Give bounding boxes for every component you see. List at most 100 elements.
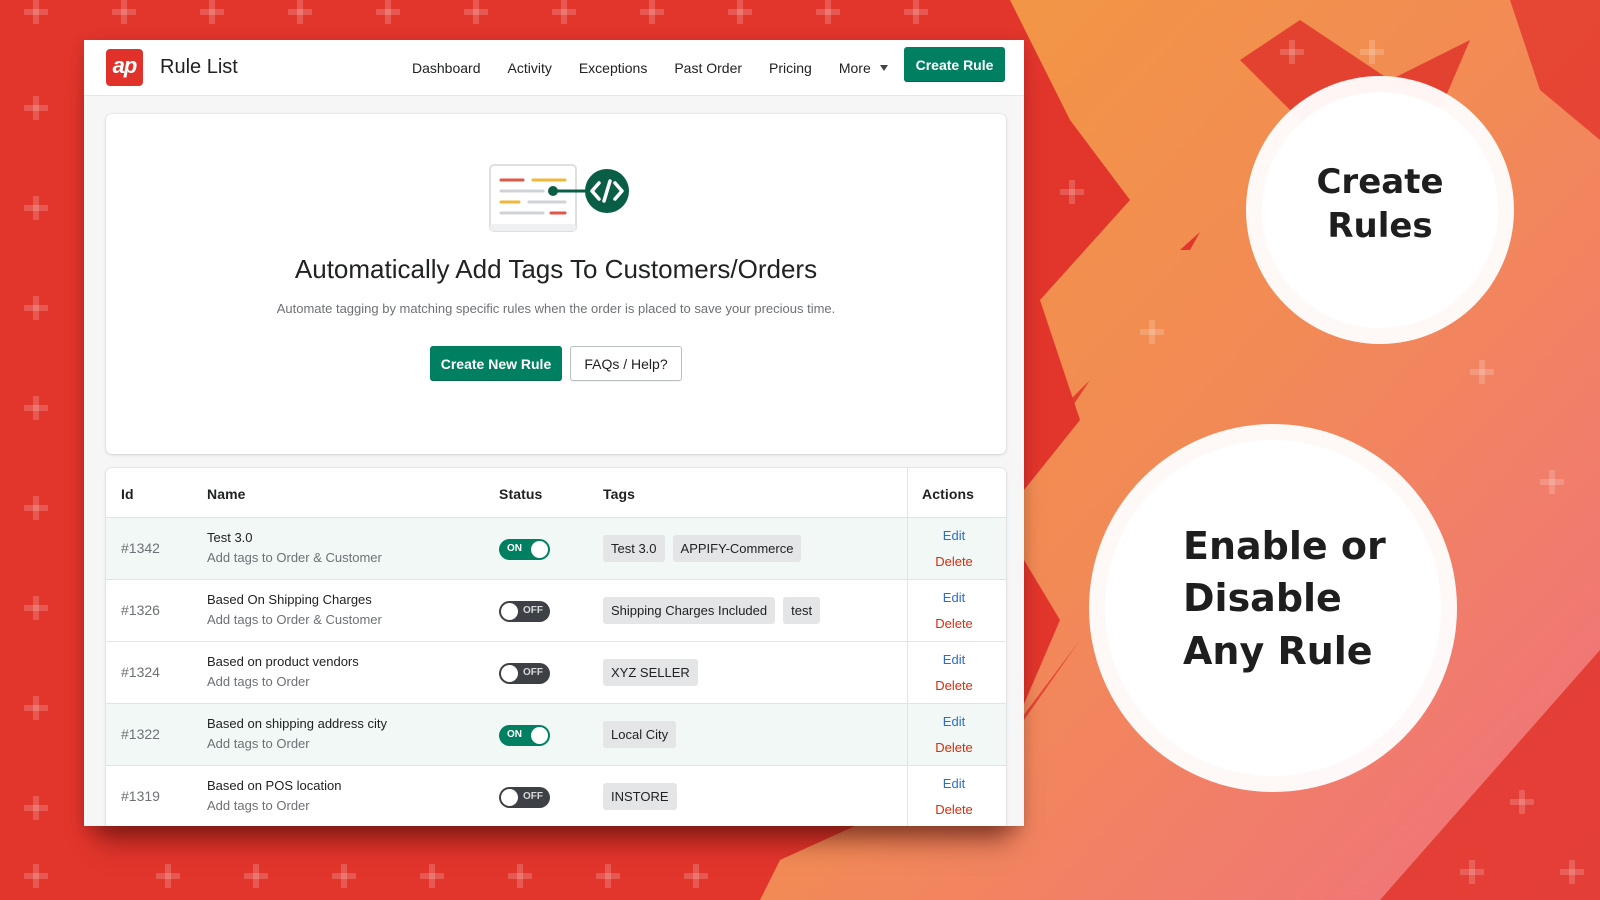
toggle-knob	[531, 541, 548, 558]
plus-decoration	[816, 0, 840, 24]
nav-more-dropdown[interactable]: More	[839, 60, 888, 76]
status-toggle[interactable]: ON	[499, 539, 550, 560]
plus-decoration	[1360, 40, 1384, 64]
create-rule-button[interactable]: Create Rule	[904, 47, 1005, 82]
plus-decoration	[1060, 180, 1084, 204]
nav-exceptions[interactable]: Exceptions	[579, 60, 647, 76]
status-toggle[interactable]: OFF	[499, 663, 550, 684]
table-row: #1326 Based On Shipping Charges Add tags…	[106, 580, 1006, 642]
page-title: Rule List	[160, 56, 238, 78]
empty-state-card: Automatically Add Tags To Customers/Orde…	[106, 114, 1006, 454]
rule-id: #1319	[121, 788, 160, 804]
tag-badge: test	[783, 597, 821, 624]
app-logo: ap	[106, 49, 143, 86]
tag-badge: APPIFY-Commerce	[672, 535, 802, 562]
edit-rule-link[interactable]: Edit	[920, 528, 988, 543]
plus-decoration	[728, 0, 752, 24]
delete-rule-link[interactable]: Delete	[920, 802, 988, 817]
rule-name: Test 3.0	[207, 530, 253, 545]
plus-decoration	[24, 196, 48, 220]
toggle-state-label: OFF	[523, 605, 543, 616]
faqs-help-button[interactable]: FAQs / Help?	[570, 346, 682, 381]
tag-badge: Test 3.0	[603, 535, 665, 562]
tag-list: INSTORE	[603, 783, 677, 810]
plus-decoration	[420, 864, 444, 888]
tag-badge: Shipping Charges Included	[603, 597, 776, 624]
status-toggle[interactable]: OFF	[499, 601, 550, 622]
edit-rule-link[interactable]: Edit	[920, 652, 988, 667]
callout-line: Rules	[1327, 206, 1433, 247]
tag-list: XYZ SELLER	[603, 659, 698, 686]
status-toggle[interactable]: OFF	[499, 787, 550, 808]
top-navigation-bar: ap Rule List Dashboard Activity Exceptio…	[84, 40, 1024, 96]
plus-decoration	[24, 96, 48, 120]
plus-decoration	[332, 864, 356, 888]
callout-line: Enable or	[1183, 524, 1386, 568]
delete-rule-link[interactable]: Delete	[920, 740, 988, 755]
plus-decoration	[464, 0, 488, 24]
rule-description: Add tags to Order	[207, 736, 310, 751]
callout-text: Create Rules	[1262, 160, 1498, 248]
plus-decoration	[156, 864, 180, 888]
column-header-id: Id	[121, 486, 134, 502]
nav-dashboard[interactable]: Dashboard	[412, 60, 481, 76]
rules-table: Id Name Status Tags Actions #1342 Test 3…	[106, 468, 1006, 826]
nav-pricing[interactable]: Pricing	[769, 60, 812, 76]
table-row: #1324 Based on product vendors Add tags …	[106, 642, 1006, 704]
rule-description: Add tags to Order	[207, 798, 310, 813]
nav-past-order[interactable]: Past Order	[674, 60, 742, 76]
plus-decoration	[1510, 790, 1534, 814]
plus-decoration	[24, 696, 48, 720]
table-row: #1342 Test 3.0 Add tags to Order & Custo…	[106, 518, 1006, 580]
edit-rule-link[interactable]: Edit	[920, 714, 988, 729]
plus-decoration	[24, 396, 48, 420]
toggle-state-label: OFF	[523, 667, 543, 678]
plus-decoration	[24, 0, 48, 24]
rule-description: Add tags to Order	[207, 674, 310, 689]
column-header-name: Name	[207, 486, 246, 502]
edit-rule-link[interactable]: Edit	[920, 590, 988, 605]
nav-activity[interactable]: Activity	[508, 60, 552, 76]
rule-id: #1342	[121, 540, 160, 556]
column-header-actions: Actions	[922, 486, 975, 502]
callout-line: Any Rule	[1183, 628, 1373, 673]
plus-decoration	[288, 0, 312, 24]
rule-name: Based On Shipping Charges	[207, 592, 372, 607]
plus-decoration	[1280, 40, 1304, 64]
tag-list: Local City	[603, 721, 677, 748]
delete-rule-link[interactable]: Delete	[920, 616, 988, 631]
table-row: #1319 Based on POS location Add tags to …	[106, 766, 1006, 826]
create-rules-callout: Create Rules	[1246, 76, 1514, 344]
plus-decoration	[1470, 360, 1494, 384]
callout-text: Enable or Disable Any Rule	[1183, 520, 1423, 677]
toggle-state-label: OFF	[523, 791, 543, 802]
code-rules-illustration-icon	[489, 164, 629, 232]
plus-decoration	[1460, 860, 1484, 884]
plus-decoration	[1560, 860, 1584, 884]
plus-decoration	[508, 864, 532, 888]
toggle-state-label: ON	[507, 729, 522, 740]
plus-decoration	[24, 496, 48, 520]
status-toggle[interactable]: ON	[499, 725, 550, 746]
plus-decoration	[112, 0, 136, 24]
delete-rule-link[interactable]: Delete	[920, 678, 988, 693]
create-new-rule-button[interactable]: Create New Rule	[430, 346, 562, 381]
delete-rule-link[interactable]: Delete	[920, 554, 988, 569]
toggle-knob	[531, 727, 548, 744]
nav-more-label: More	[838, 60, 871, 76]
plus-decoration	[24, 864, 48, 888]
plus-decoration	[552, 0, 576, 24]
tag-list: Shipping Charges Included test	[603, 597, 821, 624]
plus-decoration	[24, 596, 48, 620]
plus-decoration	[596, 864, 620, 888]
plus-decoration	[24, 796, 48, 820]
edit-rule-link[interactable]: Edit	[920, 776, 988, 791]
table-row: #1322 Based on shipping address city Add…	[106, 704, 1006, 766]
tag-badge: Local City	[603, 721, 677, 748]
rule-name: Based on product vendors	[207, 654, 359, 669]
plus-decoration	[376, 0, 400, 24]
tag-badge: INSTORE	[603, 783, 677, 810]
rule-description: Add tags to Order & Customer	[207, 550, 382, 565]
toggle-knob	[501, 665, 518, 682]
tag-list: Test 3.0 APPIFY-Commerce	[603, 535, 802, 562]
